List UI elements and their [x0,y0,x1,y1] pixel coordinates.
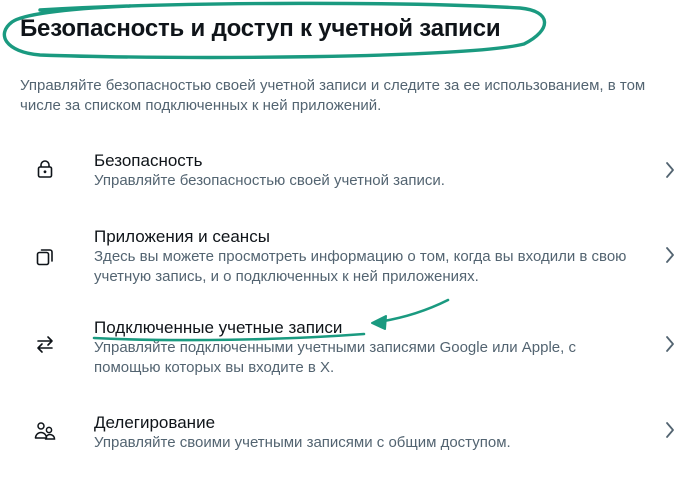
menu-item-title: Безопасность [94,151,203,170]
menu-item-description: Управляйте подключенными учетными запися… [94,339,576,376]
swap-arrows-icon [34,333,56,355]
page-description: Управляйте безопасностью своей учетной з… [20,77,646,114]
menu-item-description: Управляйте своими учетными записями с об… [94,434,511,451]
menu-item-apps-sessions[interactable]: Приложения и сеансы Здесь вы можете прос… [0,222,700,288]
copy-icon [34,246,56,268]
menu-item-title: Приложения и сеансы [94,227,270,246]
chevron-right-icon [662,334,678,354]
menu-item-delegation[interactable]: Делегирование Управляйте своими учетными… [0,408,700,458]
menu-item-description: Управляйте безопасностью своей учетной з… [94,172,445,189]
menu-item-title: Делегирование [94,413,216,432]
chevron-right-icon [662,420,678,440]
menu-item-title: Подключенные учетные записи [94,318,343,337]
chevron-right-icon [662,160,678,180]
chevron-right-icon [662,245,678,265]
page-header: Безопасность и доступ к учетной записи [0,0,700,62]
lock-icon [34,158,56,180]
menu-item-connected-accounts[interactable]: Подключенные учетные записи Управляйте п… [0,313,700,379]
menu-item-security[interactable]: Безопасность Управляйте безопасностью св… [0,146,700,196]
menu-item-description: Здесь вы можете просмотреть информацию о… [94,248,627,285]
people-icon [34,420,56,442]
page-title: Безопасность и доступ к учетной записи [20,15,501,42]
